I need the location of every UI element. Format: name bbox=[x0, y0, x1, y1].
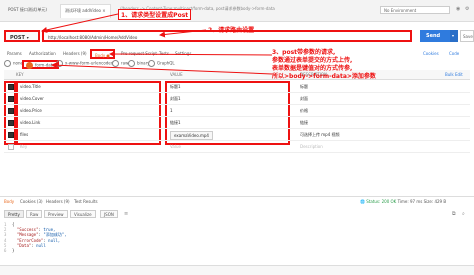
copy-icon[interactable]: ⧉ bbox=[452, 211, 456, 217]
line-number: 3 bbox=[4, 232, 7, 237]
section-divider bbox=[0, 196, 474, 197]
time-text: Time: 97 ms bbox=[397, 199, 423, 204]
json-value: null, bbox=[48, 238, 61, 243]
response-body: 1{ 2 "Success": true, 3 "Message": "添加成功… bbox=[4, 222, 470, 262]
json-key: "Data" bbox=[16, 243, 32, 248]
arrow-to-url bbox=[159, 29, 207, 38]
response-tab-body[interactable]: Body bbox=[4, 199, 14, 204]
response-tab-headers[interactable]: Headers (9) bbox=[46, 199, 70, 204]
view-preview[interactable]: Preview bbox=[44, 210, 68, 218]
json-value: null bbox=[36, 243, 46, 248]
json-key: "Message" bbox=[16, 232, 39, 237]
view-pretty[interactable]: Pretty bbox=[4, 210, 24, 218]
response-tab-cookies[interactable]: Cookies (3) bbox=[20, 199, 43, 204]
response-tab-test-results[interactable]: Test Results bbox=[74, 199, 98, 204]
arrow-to-form-data bbox=[51, 62, 273, 75]
code-line: 6} bbox=[4, 248, 470, 253]
code-text: } bbox=[12, 248, 15, 253]
json-value: "添加成功", bbox=[43, 232, 67, 237]
response-meta: 🌐 Status: 200 OK Time: 97 ms Size: 429 B bbox=[360, 199, 446, 204]
search-icon[interactable]: ⌕ bbox=[462, 211, 465, 217]
status-text: Status: 200 OK bbox=[366, 199, 397, 204]
arrow-to-method bbox=[41, 13, 119, 33]
status-icon: 🌐 bbox=[360, 199, 365, 204]
view-visualize[interactable]: Visualize bbox=[70, 210, 96, 218]
size-text: Size: 429 B bbox=[423, 199, 447, 204]
line-number: 6 bbox=[4, 248, 7, 253]
view-raw[interactable]: Raw bbox=[26, 210, 43, 218]
format-select[interactable]: JSON bbox=[100, 210, 118, 218]
arrow-to-body-tab bbox=[109, 51, 273, 58]
wrap-icon[interactable]: ≡ bbox=[124, 211, 128, 217]
status-bar bbox=[0, 265, 474, 275]
